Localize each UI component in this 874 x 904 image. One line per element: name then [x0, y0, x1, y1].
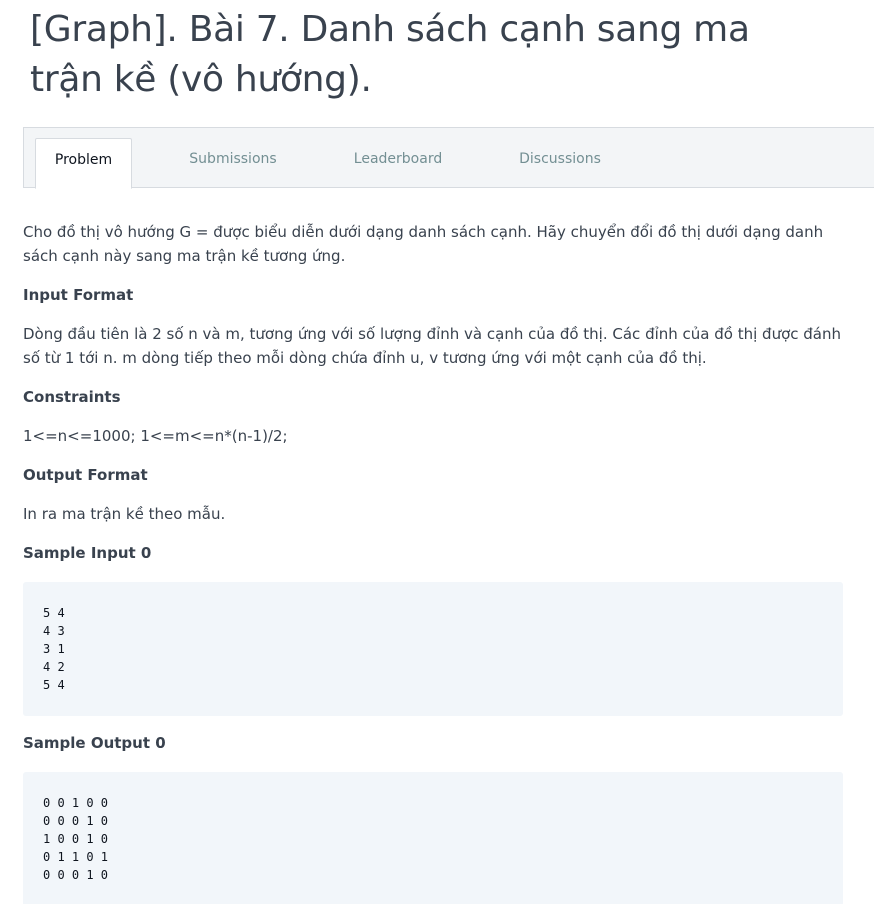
input-format-heading: Input Format	[23, 286, 134, 304]
tab-leaderboard[interactable]: Leaderboard	[340, 138, 456, 188]
tab-bar: Problem Submissions Leaderboard Discussi…	[23, 127, 874, 189]
sample-output-code: 0 0 1 0 0 0 0 0 1 0 1 0 0 1 0 0 1 1 0 1 …	[23, 772, 843, 904]
problem-statement: Cho đồ thị vô hướng G = được biểu diễn d…	[23, 220, 843, 904]
tab-problem[interactable]: Problem	[35, 138, 132, 189]
constraints-text: 1<=n<=1000; 1<=m<=n*(n-1)/2;	[23, 427, 288, 445]
sample-input-heading: Sample Input 0	[23, 544, 152, 562]
output-format-text: In ra ma trận kề theo mẫu.	[23, 505, 226, 523]
sample-output-heading: Sample Output 0	[23, 734, 166, 752]
tab-submissions[interactable]: Submissions	[174, 138, 292, 188]
problem-description: Cho đồ thị vô hướng G = được biểu diễn d…	[23, 223, 824, 265]
tab-discussions[interactable]: Discussions	[505, 138, 615, 188]
problem-page: [Graph]. Bài 7. Danh sách cạnh sang ma t…	[0, 0, 874, 904]
constraints-heading: Constraints	[23, 388, 121, 406]
page-title: [Graph]. Bài 7. Danh sách cạnh sang ma t…	[30, 9, 750, 100]
sample-input-code: 5 4 4 3 3 1 4 2 5 4	[23, 582, 843, 716]
output-format-heading: Output Format	[23, 466, 148, 484]
input-format-text: Dòng đầu tiên là 2 số n và m, tương ứng …	[23, 325, 841, 367]
